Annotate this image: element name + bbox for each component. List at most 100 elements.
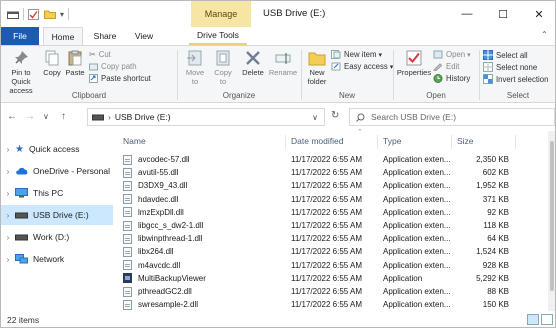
breadcrumb-location[interactable]: USB Drive (E:) [115,112,171,122]
expand-chevron-icon[interactable]: › [1,167,15,176]
qa-dropdown-icon[interactable]: ▾ [60,10,64,19]
details-view-icon[interactable] [527,314,539,325]
file-row[interactable]: libx264.dll 11/17/2022 6:55 AM Application… [117,245,555,258]
file-name: lmzExpDll.dll [138,207,184,217]
edit-button[interactable]: Edit [433,62,459,71]
nav-item-label: Network [33,254,65,264]
copy-button[interactable]: Copy [41,50,63,77]
file-row[interactable]: swresample-2.dll 11/17/2022 6:55 AM Applic… [117,298,555,311]
file-row[interactable]: m4avcdc.dll 11/17/2022 6:55 AM Application… [117,259,555,272]
file-date: 11/17/2022 6:55 AM [291,273,363,283]
new-folder-button[interactable]: New folder [303,50,331,86]
column-header-size[interactable]: Size [457,133,474,149]
large-icons-view-icon[interactable] [541,314,553,325]
ribbon-collapse-icon[interactable]: ⌃ [541,30,548,39]
expand-chevron-icon[interactable]: › [1,211,15,220]
tab-share[interactable]: Share [87,27,123,45]
invert-selection-button[interactable]: Invert selection [483,74,548,84]
recent-locations-icon[interactable]: ∨ [43,112,49,121]
file-row[interactable]: hdavdec.dll 11/17/2022 6:55 AM Application… [117,193,555,206]
file-row[interactable]: avutil-55.dll 11/17/2022 6:55 AM Applicati… [117,166,555,179]
file-row[interactable]: D3DX9_43.dll 11/17/2022 6:55 AM Applicatio… [117,179,555,192]
easy-access-button[interactable]: Easy access ▾ [331,62,393,71]
file-name-cell: avcodec-57.dll [123,154,190,165]
column-divider[interactable] [285,135,286,149]
file-date: 11/17/2022 6:55 AM [291,194,363,204]
column-header-type[interactable]: Type [383,133,401,149]
file-row[interactable]: lmzExpDll.dll 11/17/2022 6:55 AM Applicati… [117,206,555,219]
refresh-icon[interactable]: ↻ [331,110,339,121]
paste-shortcut-button[interactable]: Paste shortcut [89,74,151,83]
back-arrow-icon[interactable]: ← [7,111,17,122]
column-header-date[interactable]: Date modified [291,133,343,149]
file-row[interactable]: pthreadGC2.dll 11/17/2022 6:55 AM Applicat… [117,285,555,298]
file-name-cell: libx264.dll [123,246,174,257]
search-box[interactable]: Search USB Drive (E:) [349,108,555,126]
expand-chevron-icon[interactable]: › [1,255,15,264]
nav-item-onedrive[interactable]: › OneDrive - Personal [1,161,113,181]
expand-chevron-icon[interactable]: › [1,189,15,198]
tab-view[interactable]: View [127,27,161,45]
expand-chevron-icon[interactable]: › [1,233,15,242]
paste-button[interactable]: Paste [63,50,87,77]
file-row[interactable]: avcodec-57.dll 11/17/2022 6:55 AM Applicat… [117,153,555,166]
minimize-button[interactable]: — [449,1,485,27]
properties-button[interactable]: Properties [395,50,433,77]
rename-button[interactable]: Rename [267,50,299,77]
address-box[interactable]: › USB Drive (E:) ∨ [87,108,325,126]
copy-path-button[interactable]: Copy path [89,62,137,71]
nav-item-usb-drive[interactable]: › USB Drive (E:) [1,205,113,225]
tab-file[interactable]: File [1,27,39,45]
star-icon: ★ [15,143,24,155]
nav-item-network[interactable]: › Network [1,249,113,269]
nav-item-quick-access[interactable]: › ★ Quick access [1,139,113,159]
dll-file-icon [123,180,132,191]
delete-button[interactable]: Delete [239,50,267,77]
select-all-button[interactable]: Select all [483,50,528,60]
address-dropdown-icon[interactable]: ∨ [312,113,318,122]
column-divider[interactable] [515,135,516,149]
new-group-label: New [338,91,355,100]
nav-item-this-pc[interactable]: › This PC [1,183,113,203]
edit-label: Edit [446,62,460,71]
file-row[interactable]: MultiBackupViewer 11/17/2022 6:55 AM Appli… [117,272,555,285]
column-divider[interactable] [451,135,452,149]
pin-quick-access-button[interactable]: Pin to Quick access [3,50,39,95]
new-folder-qa-icon[interactable] [44,9,56,19]
history-button[interactable]: History [433,74,470,83]
properties-check-icon[interactable] [28,8,39,20]
file-type: Application exten... [383,234,451,244]
file-size: 371 KB [482,194,509,204]
file-name-cell: avutil-55.dll [123,167,178,178]
file-name-cell: D3DX9_43.dll [123,180,187,191]
select-none-button[interactable]: Select none [483,62,537,72]
column-header-name[interactable]: Name [123,133,146,149]
up-arrow-icon[interactable]: ↑ [61,111,66,122]
cut-button[interactable]: ✂ Cut [89,50,111,59]
forward-arrow-icon[interactable]: → [25,111,35,122]
tab-drive-tools[interactable]: Drive Tools [189,27,247,45]
file-date: 11/17/2022 6:55 AM [291,181,363,191]
clipboard-group-label: Clipboard [71,91,107,100]
open-button[interactable]: Open ▾ [433,50,471,59]
rename-label: Rename [268,68,298,77]
search-placeholder: Search USB Drive (E:) [371,112,457,122]
close-button[interactable]: ✕ [521,1,555,27]
new-item-button[interactable]: New item ▾ [331,50,382,59]
scrollbar-thumb[interactable] [550,141,554,291]
expand-chevron-icon[interactable]: › [1,145,15,154]
file-type: Application exten... [383,207,451,217]
select-all-icon [483,50,493,60]
tab-home[interactable]: Home [43,27,83,45]
copy-to-button[interactable]: Copy to [209,50,237,86]
column-divider[interactable] [377,135,378,149]
file-row[interactable]: libwinpthread-1.dll 11/17/2022 6:55 AM App… [117,232,555,245]
maximize-button[interactable]: ☐ [485,1,521,27]
file-row[interactable]: libgcc_s_dw2-1.dll 11/17/2022 6:55 AM Appl… [117,219,555,232]
move-to-button[interactable]: Move to [181,50,209,86]
dll-file-icon [123,220,132,231]
nav-item-work-drive[interactable]: › Work (D:) [1,227,113,247]
manage-context-tab[interactable]: Manage [191,1,251,27]
file-size: 2,350 KB [476,155,509,164]
file-size: 5,292 KB [476,273,509,283]
